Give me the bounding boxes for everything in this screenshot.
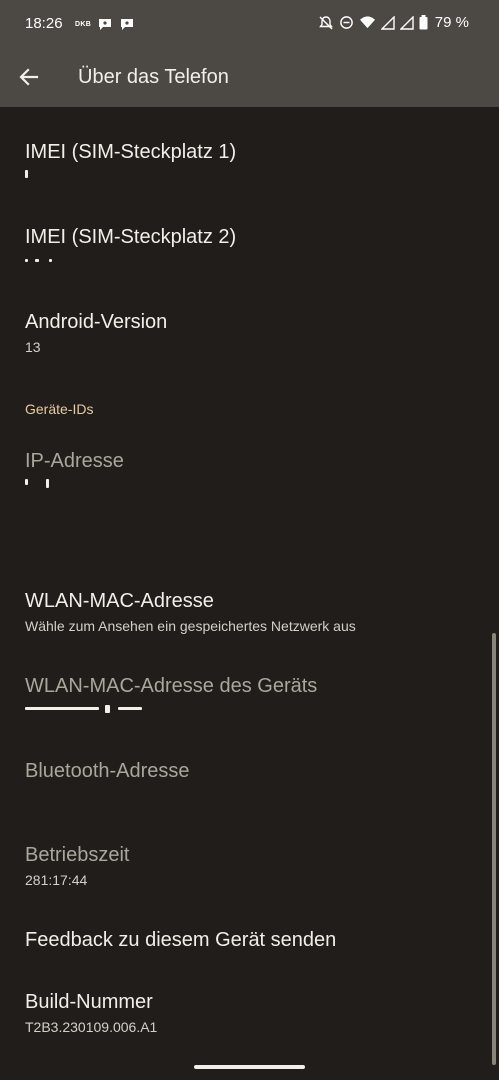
- item-title: Bluetooth-Adresse: [25, 760, 190, 782]
- carrier-badge: DKB: [75, 20, 92, 28]
- imei-slot-1-item[interactable]: IMEI (SIM-Steckplatz 1): [25, 140, 475, 180]
- item-title: Betriebszeit: [25, 844, 130, 866]
- item-title: Build-Nummer: [25, 991, 153, 1013]
- item-title: Feedback zu diesem Gerät senden: [25, 929, 337, 951]
- chat-bubble-icon: [121, 19, 134, 30]
- status-bar: 18:26 DKB 79 %: [0, 0, 499, 48]
- ip-address-item: IP-Adresse: [25, 449, 475, 489]
- wlan-mac-device-item: WLAN-MAC-Adresse des Geräts: [25, 674, 475, 714]
- screen: 18:26 DKB 79 % Über das Telefon IMEI (SI…: [0, 0, 499, 1080]
- redacted-value: [25, 255, 475, 265]
- notification-icons: DKB: [75, 16, 135, 32]
- item-title: IMEI (SIM-Steckplatz 1): [25, 141, 237, 163]
- item-summary: Wähle zum Ansehen ein gespeichertes Netz…: [25, 618, 356, 634]
- redacted-value: [25, 170, 475, 180]
- item-summary: T2B3.230109.006.A1: [25, 1019, 158, 1035]
- page-title: Über das Telefon: [78, 66, 229, 88]
- scrollbar[interactable]: [492, 633, 496, 1065]
- build-number-item[interactable]: Build-Nummer T2B3.230109.006.A1: [25, 990, 475, 1036]
- redacted-value: [25, 704, 475, 714]
- item-title: WLAN-MAC-Adresse des Geräts: [25, 675, 318, 697]
- item-title: WLAN-MAC-Adresse: [25, 590, 214, 612]
- send-feedback-item[interactable]: Feedback zu diesem Gerät senden: [25, 928, 475, 952]
- battery-icon: [419, 15, 428, 30]
- app-bar: Über das Telefon: [0, 48, 499, 107]
- wlan-mac-item[interactable]: WLAN-MAC-Adresse Wähle zum Ansehen ein g…: [25, 589, 475, 635]
- item-summary: 281:17:44: [25, 872, 88, 888]
- item-title: IMEI (SIM-Steckplatz 2): [25, 226, 237, 248]
- system-icons: 79 %: [318, 14, 469, 31]
- android-version-item[interactable]: Android-Version 13: [25, 310, 475, 356]
- status-time: 18:26: [25, 15, 63, 32]
- signal-icon: [380, 15, 395, 30]
- bluetooth-address-item: Bluetooth-Adresse: [25, 759, 475, 783]
- arrow-back-icon: [19, 68, 39, 86]
- dnd-icon: [339, 16, 353, 29]
- redacted-value: [25, 479, 475, 489]
- gesture-nav-handle[interactable]: [194, 1065, 305, 1069]
- item-summary: 13: [25, 339, 41, 355]
- battery-percent: 79 %: [434, 14, 469, 31]
- item-title: IP-Adresse: [25, 450, 124, 472]
- mute-icon: [318, 15, 333, 30]
- item-title: Android-Version: [25, 311, 168, 333]
- chat-bubble-icon: [99, 19, 112, 30]
- uptime-item: Betriebszeit 281:17:44: [25, 843, 475, 889]
- section-header-device-ids: Geräte-IDs: [25, 401, 94, 417]
- signal-icon: [399, 15, 414, 30]
- imei-slot-2-item[interactable]: IMEI (SIM-Steckplatz 2): [25, 225, 475, 265]
- back-button[interactable]: [12, 60, 46, 94]
- wifi-icon: [359, 16, 375, 29]
